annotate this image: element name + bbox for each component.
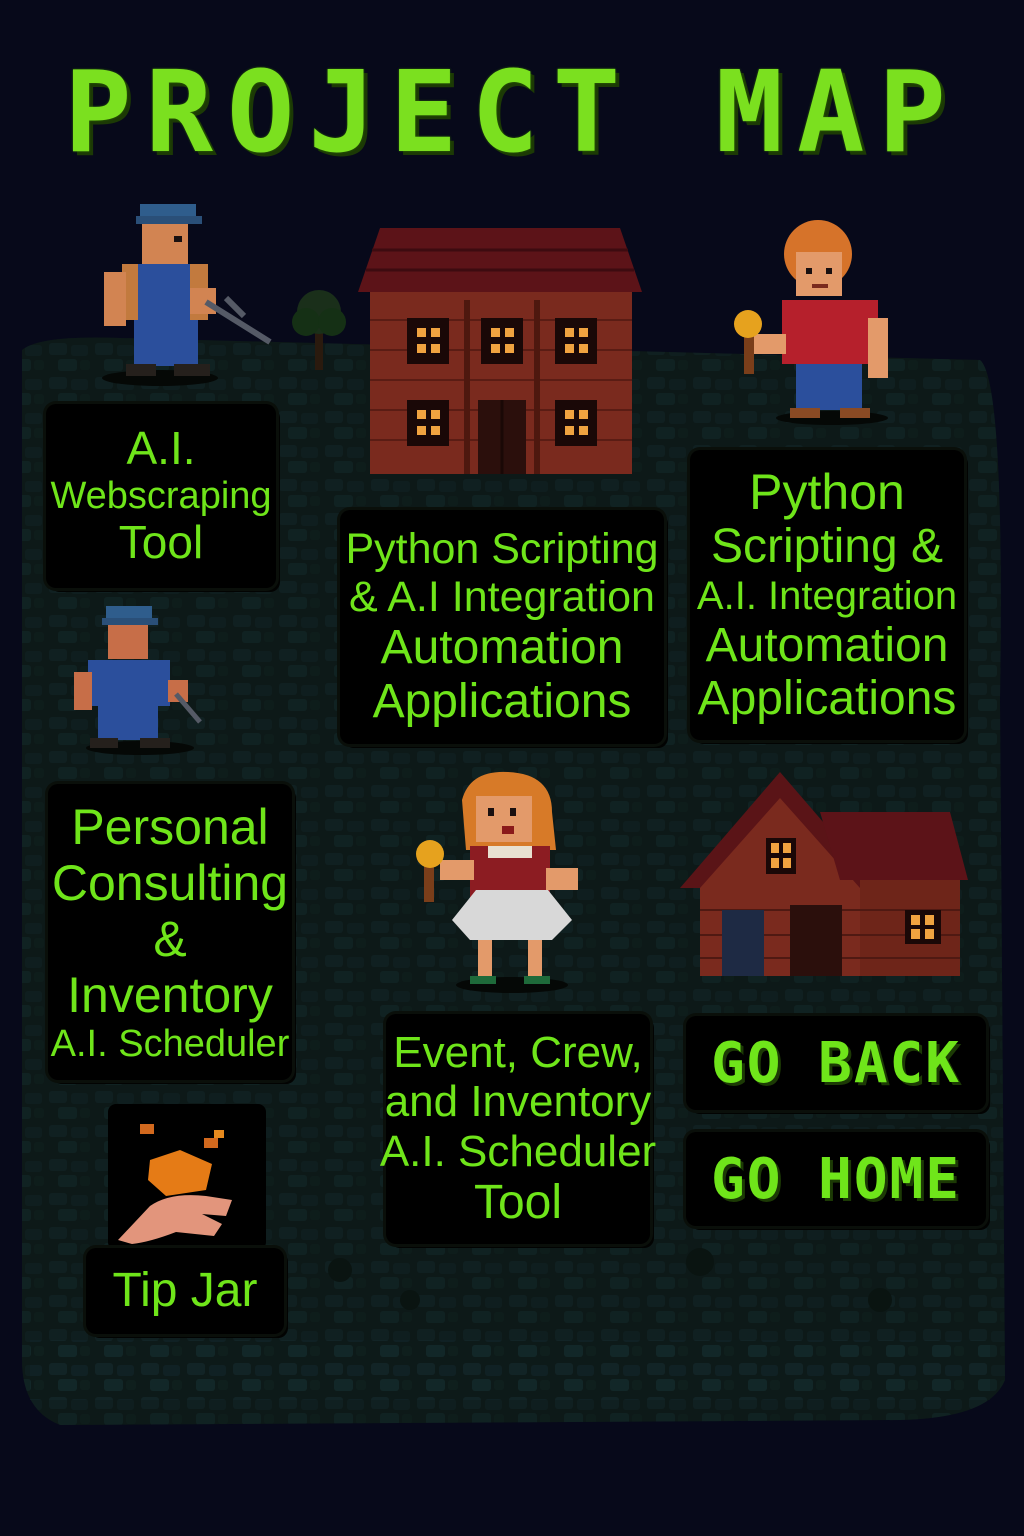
panel-line: Tip Jar xyxy=(112,1264,258,1318)
webscraping-tool-link[interactable]: A.I. Webscraping Tool xyxy=(46,404,276,588)
python-scripting-center-link[interactable]: Python Scripting & A.I Integration Autom… xyxy=(340,510,664,744)
panel-line: Personal xyxy=(71,798,269,855)
python-scripting-right-link[interactable]: Python Scripting & A.I. Integration Auto… xyxy=(690,450,964,740)
panel-line: & xyxy=(153,910,187,967)
panel-line: & A.I Integration xyxy=(349,573,655,622)
panel-line: Tool xyxy=(473,1176,563,1230)
panel-line: Event, Crew, xyxy=(393,1028,643,1078)
panel-line: Automation xyxy=(705,618,949,672)
panel-line: Python Scripting xyxy=(345,525,659,574)
consulting-scheduler-link[interactable]: Personal Consulting & Inventory A.I. Sch… xyxy=(48,784,292,1080)
panel-line: Applications xyxy=(372,675,632,729)
tipping-hand-icon xyxy=(108,1104,266,1250)
page-title: PROJECT MAP xyxy=(64,48,960,178)
panel-line: Python xyxy=(749,463,905,520)
panel-line: Inventory xyxy=(67,966,273,1023)
panel-line: A.I. xyxy=(126,422,196,475)
two-story-house-icon xyxy=(358,228,642,474)
panel-line: and Inventory xyxy=(384,1077,652,1127)
panel-line: A.I. Scheduler xyxy=(50,1022,290,1065)
panel-line: Automation xyxy=(380,621,624,675)
tip-jar-link[interactable]: Tip Jar xyxy=(86,1248,284,1334)
panel-line: A.I. Integration xyxy=(696,573,958,618)
panel-line: Webscraping xyxy=(50,474,272,517)
panel-line: Applications xyxy=(697,672,957,726)
go-home-button[interactable]: GO HOME xyxy=(686,1132,986,1226)
panel-line: Tool xyxy=(118,516,204,569)
go-back-button[interactable]: GO BACK xyxy=(686,1016,986,1110)
panel-line: A.I. Scheduler xyxy=(379,1126,657,1176)
panel-line: Consulting xyxy=(51,854,289,911)
panel-line: Scripting & xyxy=(710,519,944,573)
event-crew-scheduler-link[interactable]: Event, Crew, and Inventory A.I. Schedule… xyxy=(380,1014,656,1244)
